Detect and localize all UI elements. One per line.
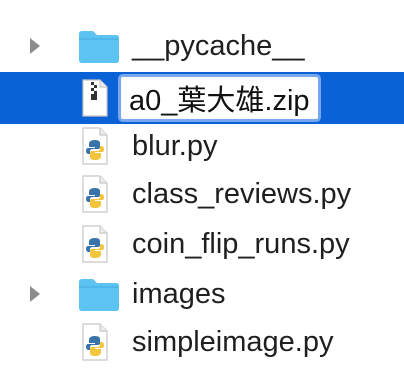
list-item-images-folder[interactable]: images [0, 268, 404, 320]
disclosure-triangle-icon[interactable] [29, 285, 41, 303]
list-item-zip-selected[interactable]: a0_葉大雄.zip [0, 72, 404, 124]
list-item-pycache[interactable]: __pycache__ [0, 20, 404, 72]
file-name: class_reviews.py [132, 178, 352, 210]
file-name: __pycache__ [132, 30, 305, 62]
python-file-icon [81, 225, 109, 263]
folder-icon [77, 276, 121, 312]
python-file-icon [81, 127, 109, 165]
rename-input[interactable]: a0_葉大雄.zip [121, 77, 318, 119]
file-name: images [132, 278, 226, 310]
file-name: blur.py [132, 130, 218, 162]
list-item-simpleimage-py[interactable]: simpleimage.py [0, 316, 404, 368]
folder-icon [77, 28, 121, 64]
file-name: coin_flip_runs.py [132, 228, 350, 260]
zip-file-icon [81, 79, 109, 117]
file-list: __pycache__ a0_葉大雄.zip blur.py class_rev… [0, 0, 404, 365]
list-item-class-reviews-py[interactable]: class_reviews.py [0, 168, 404, 220]
python-file-icon [81, 323, 109, 361]
list-item-coin-flip-runs-py[interactable]: coin_flip_runs.py [0, 218, 404, 270]
list-item-blur-py[interactable]: blur.py [0, 120, 404, 172]
python-file-icon [81, 175, 109, 213]
disclosure-triangle-icon[interactable] [29, 37, 41, 55]
file-name: simpleimage.py [132, 326, 334, 358]
